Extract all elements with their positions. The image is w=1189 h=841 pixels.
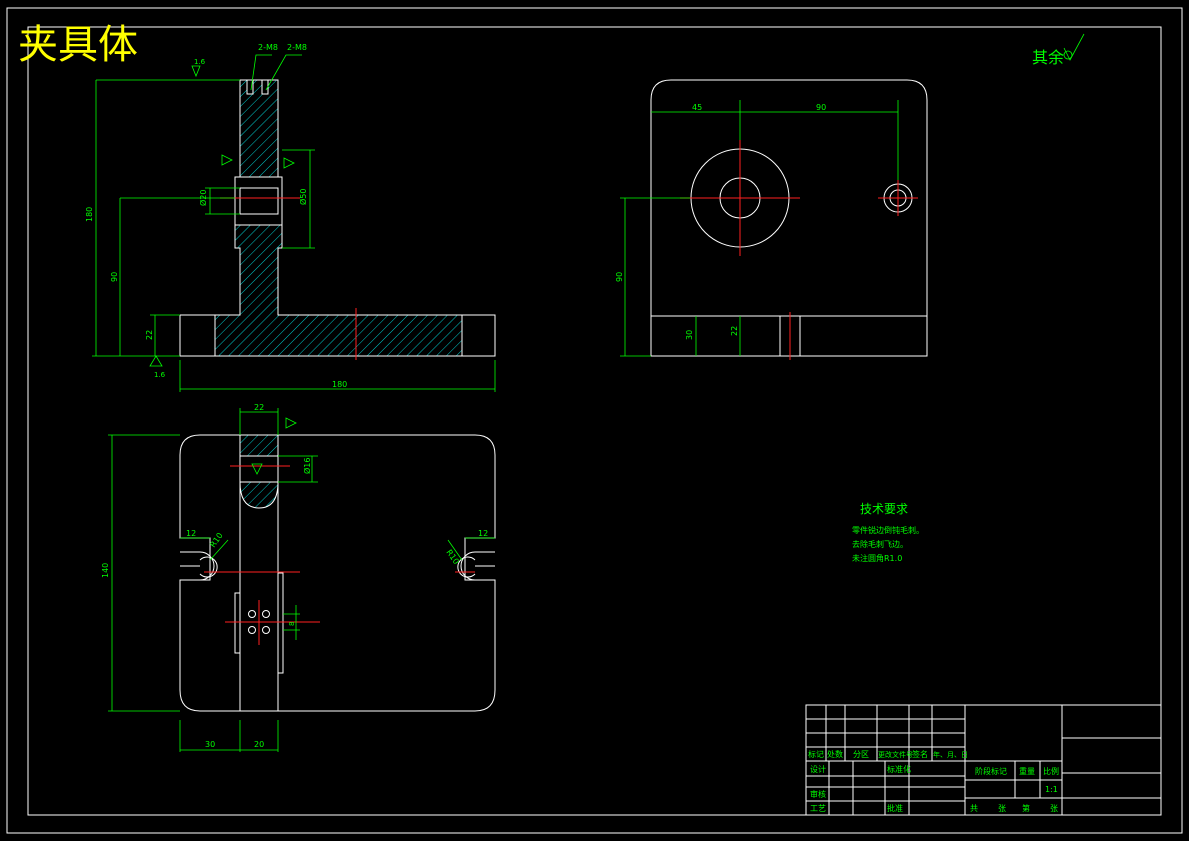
tb-scale-value: 1:1 — [1045, 785, 1058, 794]
tb-row-design: 设计 — [810, 764, 826, 774]
tb-sheet-0: 共 — [970, 804, 978, 813]
inner-border — [27, 26, 1162, 816]
dim-base-h2: 22 — [730, 326, 739, 336]
tb-stage-mark: 阶段标记 — [975, 766, 1007, 776]
title-block: 标记 处数 分区 更改文件号 签名 年、月、日 设计 标准化 审核 工艺 批准 … — [805, 704, 1162, 816]
tb-weight: 重量 — [1019, 766, 1035, 776]
dim-base-height: 22 — [145, 330, 154, 340]
dim-top-bore: Ø16 — [302, 458, 312, 474]
tb-header-3: 更改文件号 — [878, 750, 913, 759]
tech-requirements: 技术要求 零件锐边倒钝毛刺。 去除毛刺飞边。 未注圆角R1.0 — [852, 502, 924, 563]
dim-hole-dia: Ø20 — [198, 190, 208, 206]
dim-left-base: 30 — [205, 740, 215, 749]
top-view: 22 140 30 20 12 12 R10 R10 Ø16 8 — [101, 403, 496, 752]
tb-sheet-1: 张 — [998, 804, 1006, 813]
tb-header-4: 签名 — [912, 749, 928, 759]
dim-left-offset: 45 — [692, 103, 702, 112]
dim-right-slot: 12 — [478, 529, 488, 538]
tb-row-approve: 批准 — [887, 803, 903, 813]
roughness-value: 1.6 — [194, 58, 206, 66]
dim-hole-spacing: 90 — [816, 103, 826, 112]
tb-header-0: 标记 — [808, 749, 824, 759]
tb-header-2: 分区 — [853, 750, 869, 759]
roughness-value-2: 1.6 — [154, 371, 166, 379]
tech-title: 技术要求 — [860, 502, 908, 516]
dim-total-width: 180 — [332, 380, 347, 389]
dim-slot-2: 2-M8 — [287, 43, 307, 52]
side-view: 45 90 90 30 22 — [615, 79, 928, 360]
surface-note-label: 其余 — [1032, 48, 1064, 67]
tb-row-standard: 标准化 — [887, 764, 911, 774]
surface-note: 其余 — [1032, 33, 1085, 67]
drawing-sheet: 夹具体 其余 180 90 22 180 Ø50 Ø20 2-M8 2-M8 1… — [6, 7, 1183, 834]
tb-header-5: 年、月、日 — [933, 750, 968, 759]
tech-item-1: 零件锐边倒钝毛刺。 — [852, 525, 924, 535]
drawing-title: 夹具体 — [18, 22, 138, 68]
front-view: 180 90 22 180 Ø50 Ø20 2-M8 2-M8 1.6 1.6 — [85, 43, 496, 392]
roughness-icon — [191, 65, 201, 78]
tb-sheet-2: 第 — [1022, 803, 1030, 813]
dim-bore-dia: Ø50 — [298, 189, 308, 205]
dim-right-base: 20 — [254, 740, 264, 749]
dim-hole-height: 90 — [110, 272, 119, 282]
tb-scale-label: 比例 — [1043, 766, 1059, 776]
dim-base-h1: 30 — [685, 330, 694, 340]
tb-row-review: 审核 — [810, 789, 826, 799]
dim-slot-1: 2-M8 — [258, 43, 278, 52]
tb-header-1: 处数 — [827, 749, 843, 759]
dim-left-slot: 12 — [186, 529, 196, 538]
tech-item-3: 未注圆角R1.0 — [852, 553, 902, 563]
tech-item-2: 去除毛刺飞边。 — [852, 539, 908, 549]
dim-total-height: 180 — [85, 207, 94, 222]
dim-thickness: 22 — [254, 403, 264, 412]
outer-border — [6, 7, 1183, 834]
tb-sheet-3: 张 — [1050, 804, 1058, 813]
dim-total-depth: 140 — [101, 563, 110, 578]
dim-side-hole-height: 90 — [615, 272, 624, 282]
dim-hole-pitch: 8 — [288, 622, 296, 626]
tb-row-process: 工艺 — [810, 804, 826, 813]
